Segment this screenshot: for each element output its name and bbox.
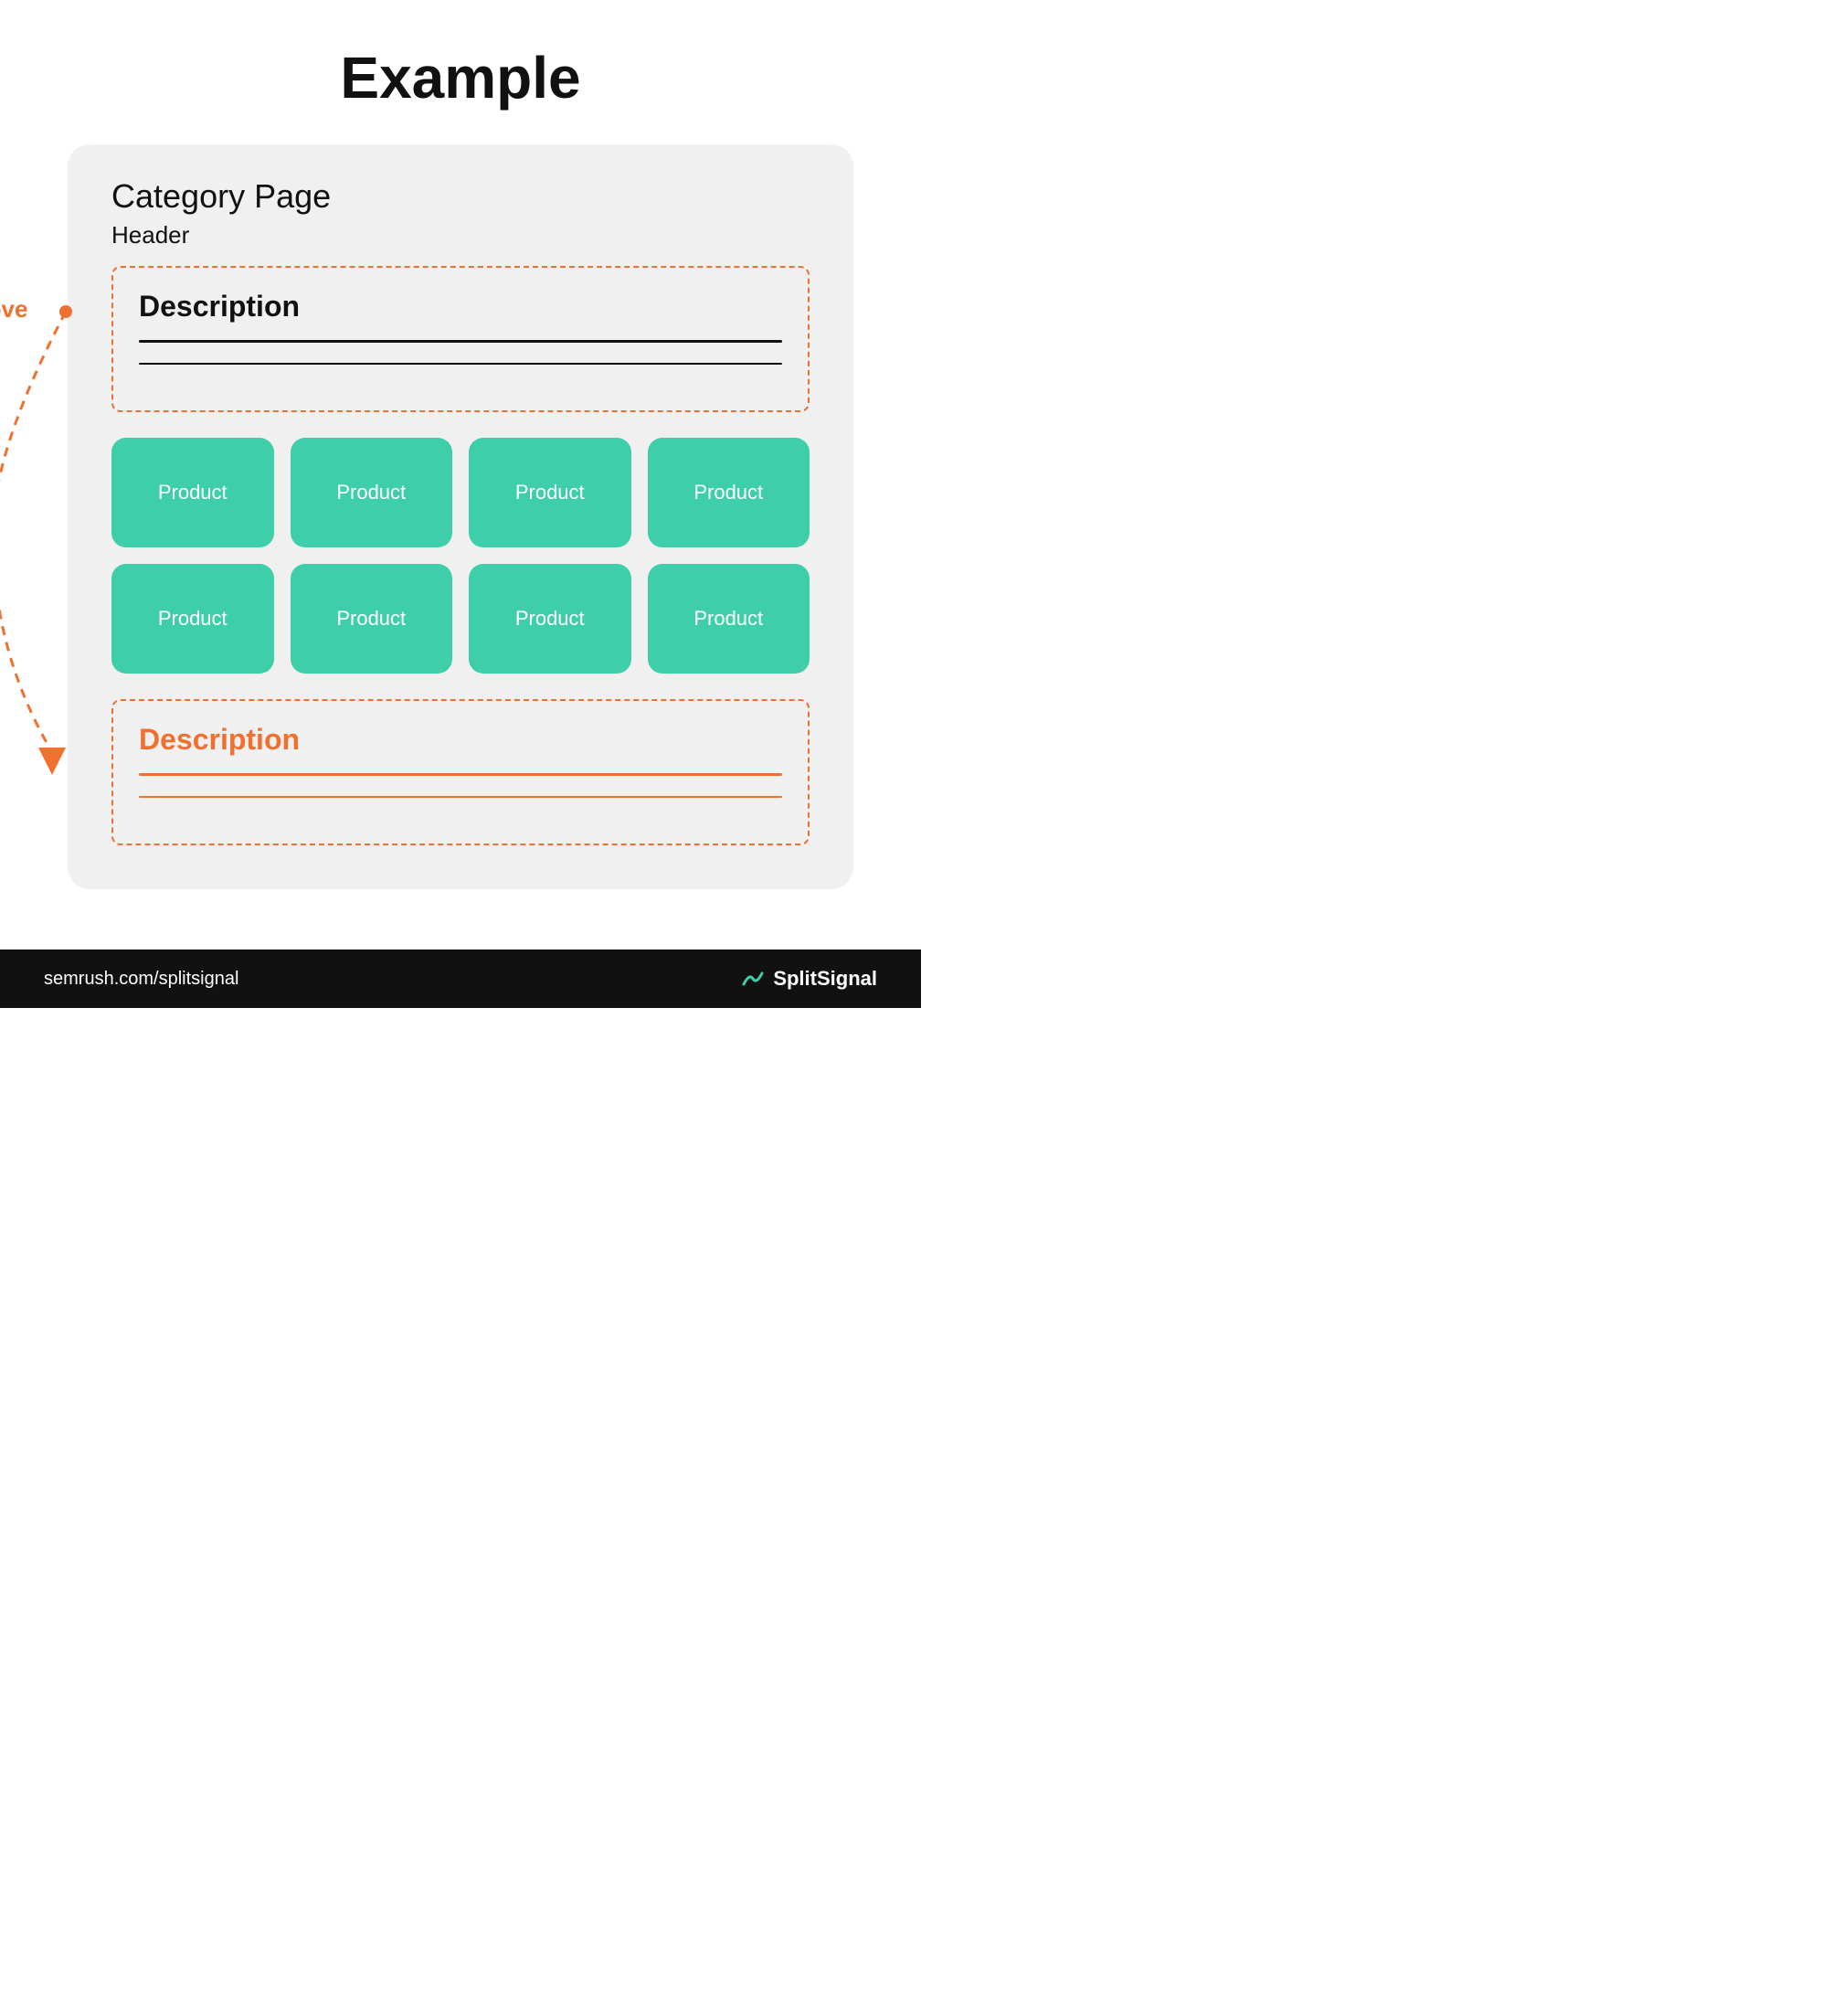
product-card-1: Product xyxy=(111,438,274,547)
product-card-8: Product xyxy=(648,564,810,674)
desc-line-2-top xyxy=(139,363,782,366)
diagram-wrapper: Move Category Page Header Description Pr… xyxy=(68,144,853,889)
description-box-top: Description xyxy=(111,266,810,412)
header-label: Header xyxy=(111,221,810,249)
splitsignal-icon xyxy=(740,966,766,992)
product-card-7: Product xyxy=(469,564,631,674)
product-card-6: Product xyxy=(291,564,453,674)
move-label: Move xyxy=(0,295,27,324)
desc-line-1-top xyxy=(139,340,782,343)
footer-brand: SplitSignal xyxy=(740,966,877,992)
page-title: Example xyxy=(340,44,580,111)
description-title-bottom: Description xyxy=(139,723,782,757)
product-card-3: Product xyxy=(469,438,631,547)
category-page-card: Category Page Header Description Product… xyxy=(68,144,853,889)
desc-line-1-bottom xyxy=(139,773,782,776)
product-grid: Product Product Product Product Product … xyxy=(111,438,810,674)
footer-brand-name: SplitSignal xyxy=(773,967,877,991)
footer-url: semrush.com/splitsignal xyxy=(44,969,238,990)
footer: semrush.com/splitsignal SplitSignal xyxy=(0,950,921,1008)
product-card-4: Product xyxy=(648,438,810,547)
product-card-2: Product xyxy=(291,438,453,547)
description-title-top: Description xyxy=(139,290,782,324)
product-card-5: Product xyxy=(111,564,274,674)
desc-line-2-bottom xyxy=(139,796,782,799)
category-page-title: Category Page xyxy=(111,177,810,216)
description-box-bottom: Description xyxy=(111,699,810,845)
